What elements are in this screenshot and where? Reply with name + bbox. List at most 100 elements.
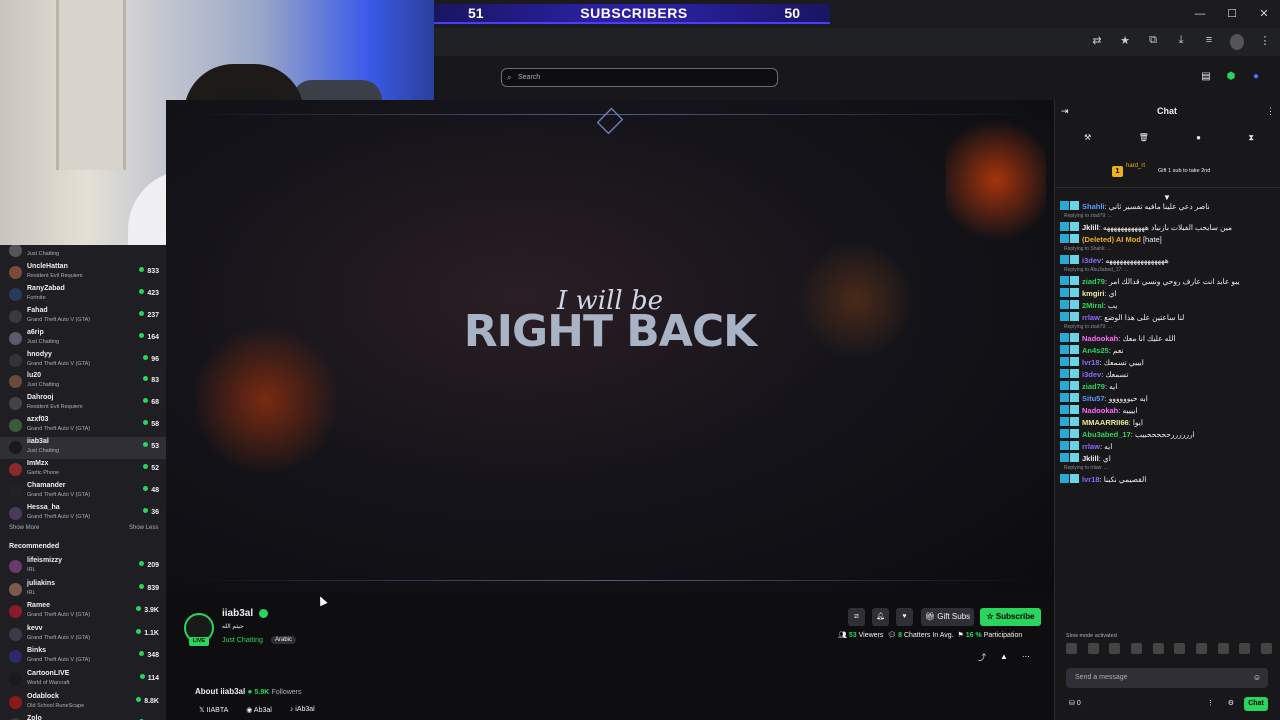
emote-icon[interactable]	[1239, 643, 1251, 654]
translate-icon[interactable]: ⇄	[1090, 34, 1104, 50]
hammer-icon[interactable]: ⚒	[1084, 133, 1091, 143]
clip-icon[interactable]: ⧄	[848, 608, 865, 626]
chat-message[interactable]: An4s25: نعم	[1060, 344, 1276, 356]
stream-category[interactable]: Just Chatting	[222, 637, 263, 644]
sidebar-channel-item[interactable]: Binks Grand Theft Auto V (GTA) 348	[0, 646, 166, 668]
emote-icon[interactable]	[1109, 643, 1121, 654]
chat-message[interactable]: i3dev: تسمعك	[1060, 368, 1276, 380]
emote-icon[interactable]	[1174, 643, 1186, 654]
social-link-tiktok[interactable]: ♪ iAb3al	[290, 706, 315, 714]
close-button[interactable]: ✕	[1248, 0, 1280, 28]
social-link-x[interactable]: 𝕏 IIABTA	[199, 706, 228, 714]
chat-message[interactable]: Situ57: ايه حيوووووو	[1060, 392, 1276, 404]
sidebar-channel-item[interactable]: ImMzx Gartic Phone 52	[0, 459, 166, 481]
follow-heart-icon[interactable]: ♥	[896, 608, 913, 626]
sidebar-channel-item[interactable]: Fahad Grand Theft Auto V (GTA) 237	[0, 306, 166, 328]
chat-username[interactable]: lvr18	[1082, 475, 1100, 484]
chat-message[interactable]: kmgiri: اي	[1060, 287, 1276, 299]
emote-icon[interactable]	[1260, 643, 1272, 654]
chat-message[interactable]: ziad79: يبو عابد انت عارف روحي ونسي قدال…	[1060, 275, 1276, 287]
emote-icon[interactable]	[1066, 643, 1077, 654]
sidebar-channel-item[interactable]: Zolo241	[0, 714, 166, 720]
chat-message[interactable]: Jklill: مين سايحب الفيلات بازنياد هههههه…	[1060, 221, 1276, 233]
emoji-picker-icon[interactable]: ☺	[1253, 668, 1261, 688]
report-icon[interactable]: ▲	[1000, 652, 1008, 663]
chat-message[interactable]: Nadookah: الله عليك انا معك	[1060, 332, 1276, 344]
sidebar-channel-item[interactable]: azxf03 Grand Theft Auto V (GTA) 58	[0, 415, 166, 437]
trash-icon[interactable]: 🗑︎	[1139, 133, 1149, 143]
chat-message[interactable]: Jklill: اي	[1060, 452, 1276, 464]
bookmark-star-icon[interactable]: ★	[1118, 34, 1132, 50]
show-more-link[interactable]: Show More	[9, 525, 39, 531]
more-options-icon[interactable]: ⋯	[1022, 652, 1030, 663]
video-player[interactable]: I will be RIGHT BACK	[166, 100, 1054, 593]
gift-subs-button[interactable]: 🎁︎ Gift Subs	[921, 608, 974, 626]
sidebar-channel-item[interactable]: Dahrooj Resident Evil Requiem 68	[0, 393, 166, 415]
search-input[interactable]: ⌕ Search	[501, 68, 778, 87]
playlist-icon[interactable]: ≡	[1202, 34, 1216, 50]
gear-icon[interactable]: ⚙	[1228, 699, 1234, 707]
chat-message[interactable]: (Deleted) AI Mod [hate]	[1060, 233, 1276, 245]
sidebar-channel-item[interactable]: RanyZabad Fortnite 423	[0, 284, 166, 306]
chat-username[interactable]: ziad79	[1082, 382, 1105, 391]
minimize-button[interactable]: —	[1184, 0, 1216, 28]
maximize-button[interactable]: ☐	[1216, 0, 1248, 28]
chat-bubble-icon[interactable]: ●	[1196, 133, 1201, 143]
sidebar-channel-item[interactable]: kevv Grand Theft Auto V (GTA) 1.1K	[0, 624, 166, 646]
chat-settings-kebab-icon[interactable]: ⋮	[1266, 106, 1275, 117]
subscribe-button[interactable]: ☆ Subscribe	[980, 608, 1041, 626]
chat-username[interactable]: 2Miral	[1082, 301, 1104, 310]
sidebar-channel-item[interactable]: hnodyy Grand Theft Auto V (GTA) 96	[0, 350, 166, 372]
chat-username[interactable]: Shahli	[1082, 202, 1105, 211]
chat-message-input[interactable]: Send a message ☺	[1066, 668, 1268, 688]
chat-username[interactable]: MMAARRII66	[1082, 418, 1129, 427]
sidebar-channel-item[interactable]: juliakins IRL 839	[0, 579, 166, 601]
hourglass-icon[interactable]: ⧗	[1248, 133, 1254, 143]
channel-name[interactable]: iiab3al	[222, 608, 253, 619]
emote-icon[interactable]	[1152, 643, 1164, 654]
emote-icon[interactable]	[1087, 643, 1099, 654]
show-less-link[interactable]: Show Less	[129, 525, 158, 531]
sidebar-channel-item[interactable]: UncleHattan Resident Evil Requiem 833	[0, 262, 166, 284]
gift-leaderboard[interactable]: 1 hard_rt Gift 1 sub to take 2nd	[1054, 160, 1280, 188]
chat-send-button[interactable]: Chat	[1244, 697, 1268, 711]
chat-message[interactable]: 2Miral: يب	[1060, 299, 1276, 311]
chat-username[interactable]: Nadookah	[1082, 334, 1118, 343]
chat-username[interactable]: Nadookah	[1082, 406, 1118, 415]
sidebar-channel-item[interactable]: Ramee Grand Theft Auto V (GTA) 3.9K	[0, 601, 166, 623]
prime-crown-icon[interactable]: ⬢	[1225, 71, 1237, 83]
channel-points[interactable]: ⛁ 0	[1069, 699, 1081, 707]
sidebar-channel-item[interactable]: iiab3al Just Chatting 53	[0, 437, 166, 460]
chat-message[interactable]: Nadookah: اييييه	[1060, 404, 1276, 416]
extensions-icon[interactable]: ⧉	[1146, 34, 1160, 50]
chat-username[interactable]: An4s25	[1082, 346, 1109, 355]
chat-message[interactable]: rrlaw: لنا ساعتين على هذا الوضع	[1060, 311, 1276, 323]
chat-message[interactable]: lvr18: ايييي تسمعك	[1060, 356, 1276, 368]
sidebar-channel-item[interactable]: lifeismizzy IRL 209	[0, 556, 166, 578]
chat-username[interactable]: i3dev	[1082, 256, 1101, 265]
inbox-icon[interactable]: ▤	[1200, 71, 1212, 83]
share-icon[interactable]: ⤴	[978, 652, 986, 663]
chat-message[interactable]: i3dev: هههههههههههههههههه	[1060, 254, 1276, 266]
social-link-discord[interactable]: ◉ Ab3al	[246, 706, 272, 714]
emote-icon[interactable]	[1217, 643, 1229, 654]
sidebar-channel-item[interactable]: Just Chatting	[0, 245, 166, 262]
sidebar-channel-item[interactable]: Chamander Grand Theft Auto V (GTA) 48	[0, 481, 166, 503]
sidebar-channel-item[interactable]: a6rip Just Chatting 164	[0, 328, 166, 350]
sidebar-channel-item[interactable]: lu20 Just Chatting 83	[0, 371, 166, 393]
chat-message[interactable]: Abu3abed_17: اررررررحححححبيب	[1060, 428, 1276, 440]
emote-icon[interactable]	[1130, 643, 1142, 654]
chat-username[interactable]: ziad79	[1082, 277, 1105, 286]
download-icon[interactable]: ⤓	[1174, 34, 1188, 50]
chat-username[interactable]: Situ57	[1082, 394, 1105, 403]
chat-message[interactable]: Shahli: ناصر دعي علينا مافيه تفسير ثاني	[1060, 200, 1276, 212]
sidebar-channel-item[interactable]: Hessa_ha Grand Theft Auto V (GTA) 36	[0, 503, 166, 525]
stream-tag[interactable]: Arabic	[271, 636, 297, 644]
chat-username[interactable]: (Deleted) AI Mod	[1082, 235, 1141, 244]
notification-bell-icon[interactable]: 🔔︎	[872, 608, 889, 626]
chat-username[interactable]: kmgiri	[1082, 289, 1105, 298]
chat-message[interactable]: rrlaw: ايه	[1060, 440, 1276, 452]
chat-message[interactable]: MMAARRII66: ايوا	[1060, 416, 1276, 428]
menu-kebab-icon[interactable]: ⋮	[1258, 34, 1272, 50]
chat-username[interactable]: Jklill	[1082, 223, 1099, 232]
